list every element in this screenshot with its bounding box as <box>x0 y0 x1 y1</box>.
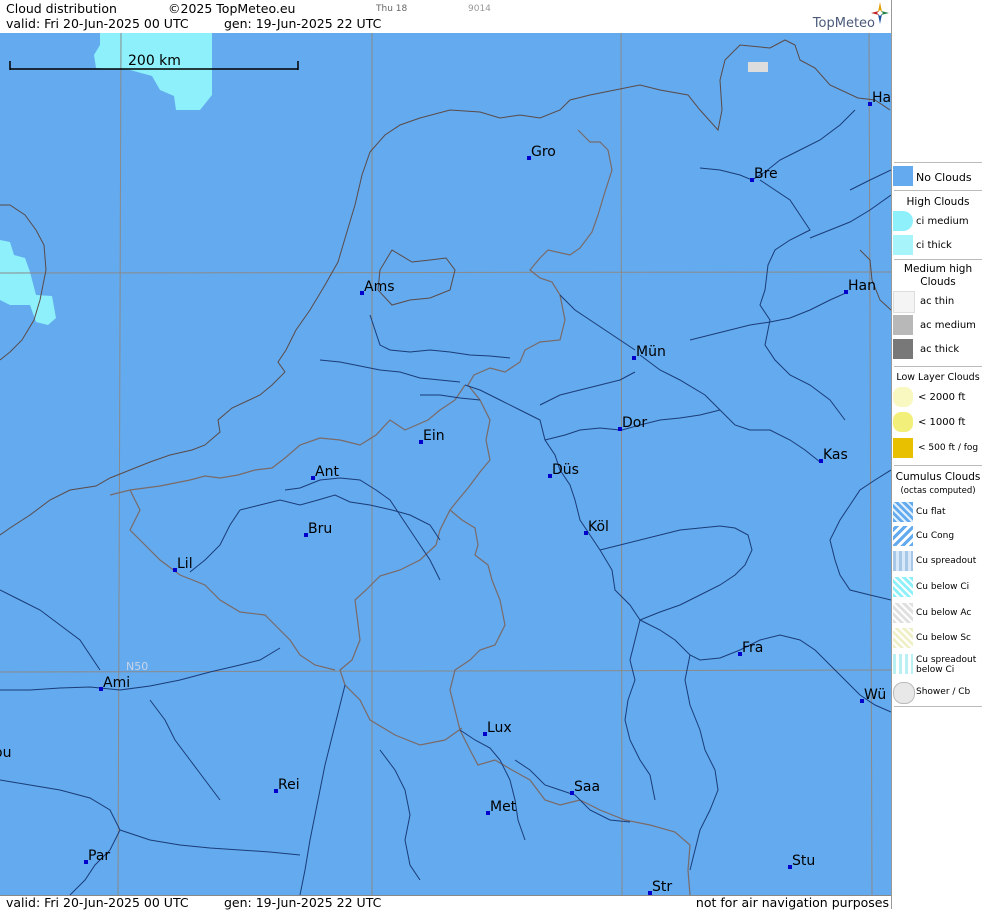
legend-divider <box>894 162 982 163</box>
cu-spread-below-ci-swatch <box>893 654 913 674</box>
legend-panel: No Clouds High Clouds ci medium ci thick… <box>891 0 983 909</box>
city-label-lux: Lux <box>487 720 512 736</box>
navigation-disclaimer: not for air navigation purposes <box>695 895 889 910</box>
map-title: Cloud distribution <box>6 1 117 16</box>
legend-medium-heading: Medium high Clouds <box>903 263 973 288</box>
cu-below-ac-swatch <box>893 603 913 623</box>
city-label-düs: Düs <box>552 462 579 478</box>
header-bar: Cloud distribution ©2025 TopMeteo.eu val… <box>0 0 891 34</box>
city-label-saa: Saa <box>574 779 600 795</box>
footer-valid-time: valid: Fri 20-Jun-2025 00 UTC <box>6 895 189 910</box>
cu-below-ci-swatch <box>893 577 913 597</box>
legend-cumulus-heading: Cumulus Clouds (octas computed) <box>895 471 981 496</box>
grid-label: N50 <box>126 660 148 673</box>
legend-divider <box>894 366 982 367</box>
city-label-rei: Rei <box>278 777 300 793</box>
footer-generated-time: gen: 19-Jun-2025 22 UTC <box>224 895 382 910</box>
legend-divider <box>894 706 982 707</box>
valid-time: valid: Fri 20-Jun-2025 00 UTC <box>6 16 189 31</box>
scale-label: 200 km <box>128 53 181 69</box>
city-label-bru: Bru <box>308 521 332 537</box>
cu-below-sc-swatch <box>893 628 913 648</box>
footer-bar: valid: Fri 20-Jun-2025 00 UTC gen: 19-Ju… <box>0 895 891 910</box>
city-label-han: Han <box>848 278 876 294</box>
city-label-met: Met <box>490 799 517 815</box>
city-label-ha: Ha <box>872 90 891 106</box>
ac-medium-swatch <box>893 315 913 335</box>
shower-swatch <box>893 682 915 704</box>
no-clouds-area <box>0 33 891 895</box>
city-label-wü: Wü <box>864 687 886 703</box>
city-label-ams: Ams <box>364 279 395 295</box>
city-label-köl: Köl <box>588 519 609 535</box>
city-label-lil: Lil <box>177 556 193 572</box>
legend-high-heading: High Clouds <box>906 196 970 208</box>
legend-divider <box>894 465 982 466</box>
city-label-bre: Bre <box>754 166 778 182</box>
legend-divider <box>894 190 982 191</box>
topmeteo-logo-text: TopMeteo <box>812 16 875 31</box>
city-label-dor: Dor <box>622 415 647 431</box>
cu-flat-swatch <box>893 502 913 522</box>
city-label-kas: Kas <box>823 447 848 463</box>
ci-medium-swatch <box>893 211 913 231</box>
low-1000-swatch <box>893 412 913 432</box>
ac-thin-swatch <box>893 291 915 313</box>
city-label-ami: Ami <box>103 675 130 691</box>
city-label-stu: Stu <box>792 853 815 869</box>
city-label-par: Par <box>88 848 110 864</box>
city-label-ein: Ein <box>423 428 445 444</box>
ci-thick-swatch <box>893 235 913 255</box>
legend-low-heading: Low Layer Clouds <box>896 372 980 383</box>
cu-cong-swatch <box>893 526 913 546</box>
no-clouds-swatch <box>893 166 913 186</box>
low-2000-swatch <box>893 387 913 407</box>
cu-spread-patch <box>748 62 768 72</box>
city-label-mün: Mün <box>636 344 666 360</box>
city-label-fra: Fra <box>742 640 763 656</box>
city-label-gro: Gro <box>531 144 556 160</box>
day-label: Thu 18 <box>376 4 408 14</box>
cloud-distribution-map[interactable]: N50 200 km HaGroBreAms HanMünDorEinKasAn… <box>0 33 891 895</box>
city-label-ou: ou <box>0 745 11 761</box>
generated-time: gen: 19-Jun-2025 22 UTC <box>224 16 382 31</box>
code-label: 9014 <box>468 4 491 14</box>
legend-divider <box>894 259 982 260</box>
low-500-swatch <box>893 438 913 458</box>
city-label-ant: Ant <box>315 464 339 480</box>
city-label-str: Str <box>652 879 672 895</box>
copyright-text: ©2025 TopMeteo.eu <box>168 1 296 16</box>
compass-logo-icon <box>871 2 889 24</box>
cu-spreadout-swatch <box>893 551 913 571</box>
ac-thick-swatch <box>893 339 913 359</box>
